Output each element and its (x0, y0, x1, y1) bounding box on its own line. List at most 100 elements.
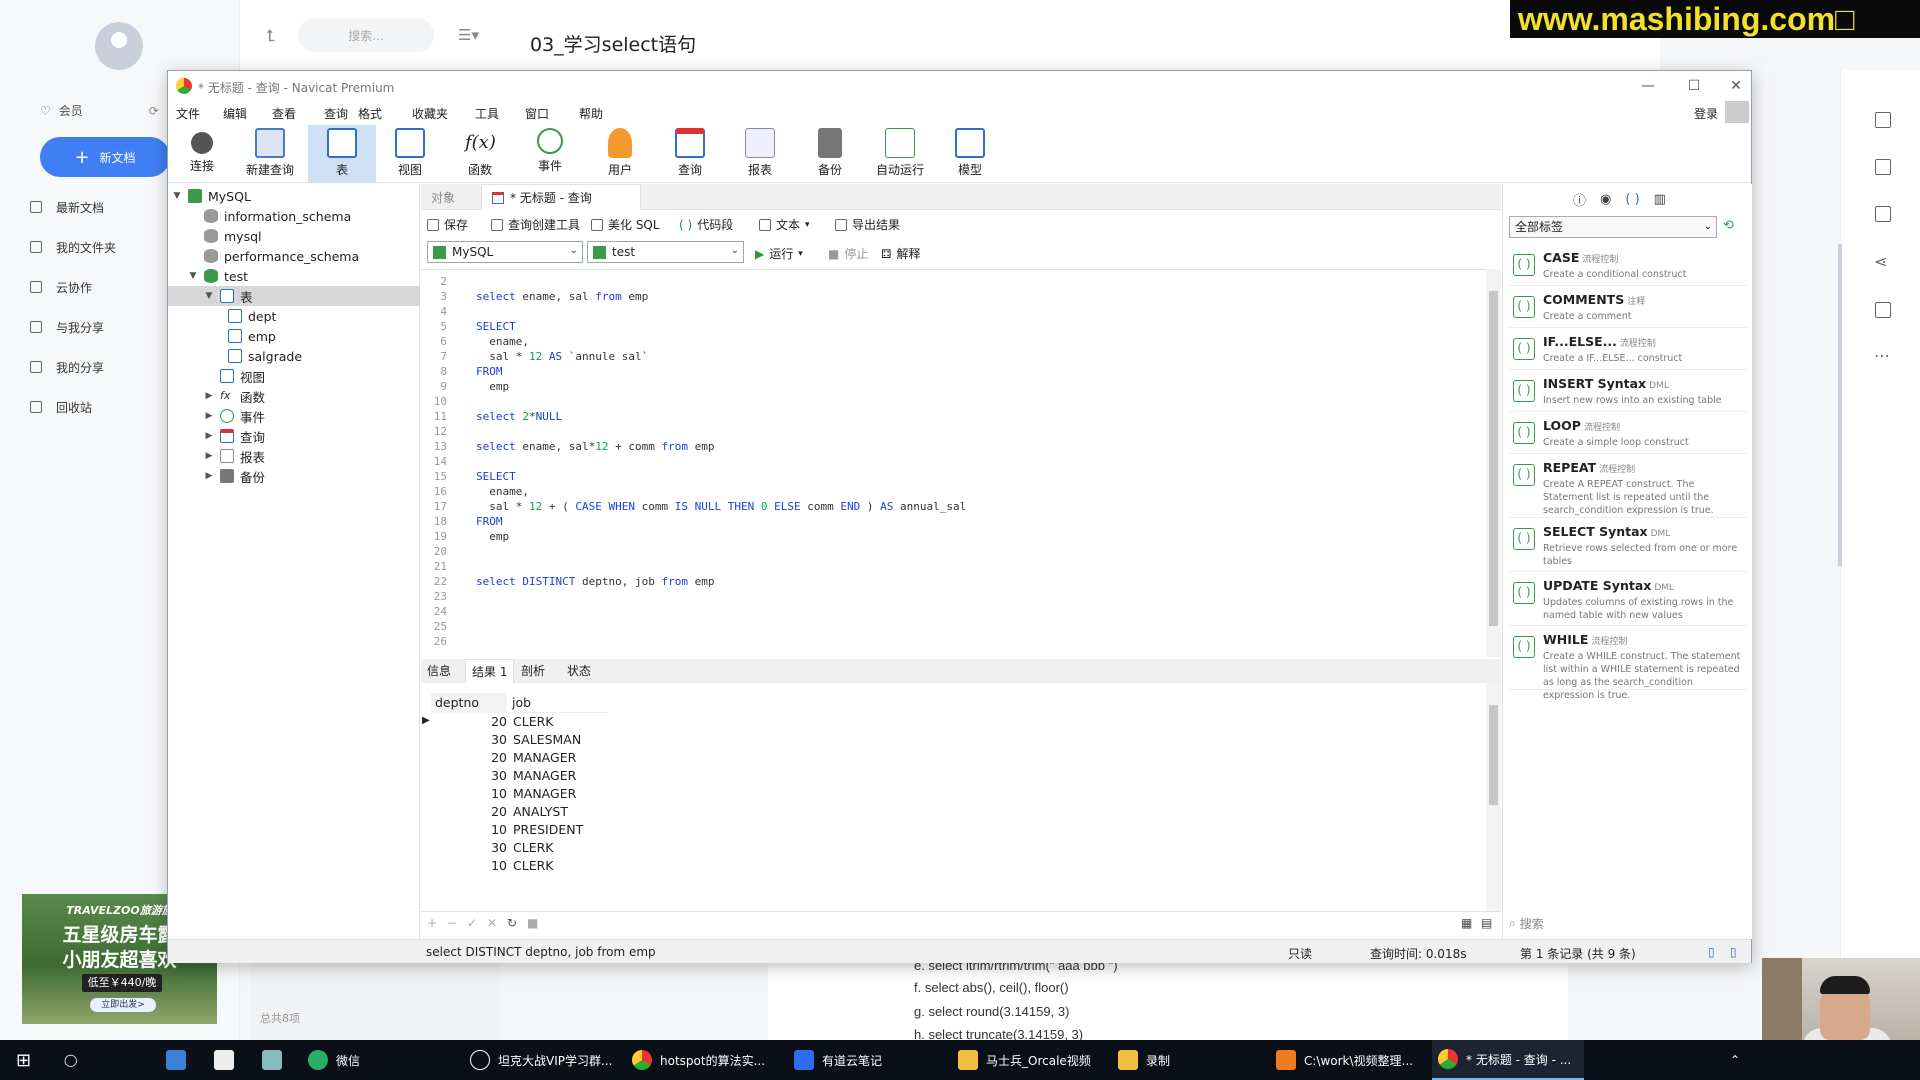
snippet-button[interactable]: ( ) 代码段 (679, 216, 733, 233)
explain-button[interactable]: ⚃ 解释 (881, 245, 920, 262)
maximize-button[interactable]: ☐ (1676, 75, 1712, 97)
menu-help[interactable]: 帮助 (579, 105, 603, 122)
sql-editor[interactable]: 2 3 select ename, sal from emp 4 5 SELECT 6 en… (421, 269, 1486, 657)
title-bar[interactable]: * 无标题 - 查询 - Navicat Premium — ☐ ✕ (168, 71, 1751, 101)
scroll-thumb[interactable] (1489, 705, 1498, 805)
tree-node-db-test[interactable]: ▼ test (188, 266, 248, 286)
taskbar-item[interactable]: 马士兵_Orcale视频 (952, 1040, 1094, 1080)
cell-deptno[interactable]: 10 (431, 821, 507, 839)
snippet-item[interactable]: ( ) SELECT Syntax DML Retrieve rows selecte… (1509, 518, 1747, 572)
tree-node-functions[interactable]: ▶ fx 函数 (204, 386, 265, 406)
beautify-sql-button[interactable]: 美化 SQL (591, 216, 660, 233)
toolbar-table[interactable]: 表 (308, 125, 376, 183)
ad-cta-button[interactable]: 立即出发> (90, 998, 156, 1012)
tab-profile[interactable]: 剖析 (515, 659, 551, 683)
menu-format[interactable]: 格式 (358, 105, 382, 122)
add-block-icon[interactable] (1875, 159, 1891, 175)
snippet-item[interactable]: ( ) INSERT Syntax DML Insert new rows into … (1509, 370, 1747, 412)
table-row[interactable]: 30 CLERK (431, 839, 611, 857)
column-header-deptno[interactable]: deptno (431, 693, 507, 713)
user-avatar[interactable] (95, 22, 143, 70)
pinned-app[interactable] (256, 1040, 288, 1080)
taskbar-item-navicat[interactable]: * 无标题 - 查询 - ... (1432, 1040, 1584, 1080)
layout-icon[interactable]: ▥ (1654, 192, 1666, 207)
expand-icon[interactable]: ▶ (204, 451, 214, 461)
info-icon[interactable]: ⓘ (1573, 190, 1586, 209)
snippet-item[interactable]: ( ) COMMENTS 注释 Create a comment (1509, 286, 1747, 328)
cell-job[interactable]: MANAGER (513, 785, 576, 803)
expand-icon[interactable]: ▶ (204, 431, 214, 441)
table-row[interactable]: 10 PRESIDENT (431, 821, 611, 839)
result-grid[interactable]: deptno job 20 CLERK 30 SALESMAN 20 MANAGER 30 M… (421, 683, 1486, 911)
panel-toggle-icon[interactable]: ▯ (1708, 945, 1715, 959)
tree-node-mysql[interactable]: ▼ MySQL (172, 186, 251, 206)
tree-node-queries[interactable]: ▶ 查询 (204, 426, 265, 446)
collapse-icon[interactable]: ▼ (188, 271, 198, 281)
database-select[interactable]: test ⌄ (587, 241, 744, 263)
cell-job[interactable]: MANAGER (513, 767, 576, 785)
notes-search-input[interactable]: 搜索... (298, 18, 434, 52)
menu-edit[interactable]: 编辑 (223, 105, 247, 122)
cell-deptno[interactable]: 30 (431, 767, 507, 785)
menu-file[interactable]: 文件 (176, 105, 200, 122)
menu-favorites[interactable]: 收藏夹 (412, 105, 448, 122)
tag-filter-select[interactable]: 全部标签 ⌄ (1509, 216, 1717, 238)
table-row[interactable]: 20 CLERK (431, 713, 611, 731)
tab-status[interactable]: 状态 (561, 659, 597, 683)
eye-icon[interactable]: ◉ (1600, 192, 1611, 207)
tree-node-table[interactable]: dept (228, 306, 276, 326)
cell-deptno[interactable]: 30 (431, 731, 507, 749)
cell-deptno[interactable]: 10 (431, 785, 507, 803)
tree-node-views[interactable]: 视图 (204, 366, 265, 386)
sync-icon[interactable]: ⟳ (149, 104, 159, 118)
toolbar-function[interactable]: f(x) 函数 (446, 125, 514, 183)
toolbar-new-query[interactable]: 新建查询 (236, 125, 304, 183)
notes-scrollbar[interactable] (1838, 244, 1842, 566)
toolbar-view[interactable]: 视图 (376, 125, 444, 183)
cell-job[interactable]: ANALYST (513, 803, 568, 821)
cell-job[interactable]: CLERK (513, 713, 553, 731)
toolbar-model[interactable]: 模型 (936, 125, 1004, 183)
pinned-mail[interactable] (208, 1040, 240, 1080)
new-doc-button[interactable]: + 新文档 (40, 137, 170, 177)
cell-job[interactable]: CLERK (513, 857, 553, 875)
list-menu-icon[interactable]: ☰▾ (458, 26, 479, 44)
stop-button[interactable]: ■ 停止 (828, 245, 868, 262)
close-button[interactable]: ✕ (1718, 75, 1754, 97)
discard-icon[interactable]: ✕ (487, 916, 497, 930)
tree-node-db[interactable]: performance_schema (188, 246, 359, 266)
tree-node-reports[interactable]: ▶ 报表 (204, 446, 265, 466)
cell-deptno[interactable]: 30 (431, 839, 507, 857)
tree-node-tables[interactable]: ▼ 表 (168, 286, 420, 306)
grid-scrollbar[interactable] (1486, 683, 1501, 911)
snippet-item[interactable]: ( ) WHILE 流程控制 Create a WHILE construct. Th… (1509, 626, 1747, 701)
taskbar-item[interactable]: 录制 (1112, 1040, 1212, 1080)
tab-query[interactable]: * 无标题 - 查询 (481, 184, 641, 210)
minimize-button[interactable]: — (1630, 75, 1666, 97)
export-results-button[interactable]: 导出结果 (835, 216, 900, 233)
table-row[interactable]: 20 ANALYST (431, 803, 611, 821)
add-row-icon[interactable]: + (427, 916, 437, 930)
cell-job[interactable]: MANAGER (513, 749, 576, 767)
taskbar-item[interactable]: hotspot的算法实... (626, 1040, 768, 1080)
menu-tools[interactable]: 工具 (475, 105, 499, 122)
tree-node-db[interactable]: mysql (188, 226, 262, 246)
toolbar-autorun[interactable]: 自动运行 (866, 125, 934, 183)
collapse-icon[interactable]: ▼ (204, 291, 214, 301)
start-button[interactable]: ⊞ (10, 1040, 37, 1080)
scroll-thumb[interactable] (1489, 291, 1498, 626)
toolbar-query[interactable]: 查询 (656, 125, 724, 183)
table-row[interactable]: 30 SALESMAN (431, 731, 611, 749)
expand-icon[interactable]: ▶ (204, 471, 214, 481)
menu-query[interactable]: 查询 (324, 105, 348, 122)
snippet-search-input[interactable]: ⌕ 搜索 (1509, 913, 1747, 933)
toolbar-report[interactable]: 报表 (726, 125, 794, 183)
snippet-item[interactable]: ( ) CASE 流程控制 Create a conditional construc… (1509, 244, 1747, 286)
tab-result-1[interactable]: 结果 1 (465, 659, 515, 683)
snippet-item[interactable]: ( ) REPEAT 流程控制 Create A REPEAT construct. … (1509, 454, 1747, 518)
snippet-item[interactable]: ( ) IF...ELSE... 流程控制 Create a IF...ELSE...… (1509, 328, 1747, 370)
delete-row-icon[interactable]: − (447, 916, 457, 930)
grid-view-icon[interactable]: ▦ (1461, 916, 1472, 930)
table-row[interactable]: 10 CLERK (431, 857, 611, 875)
tree-node-backups[interactable]: ▶ 备份 (204, 466, 265, 486)
